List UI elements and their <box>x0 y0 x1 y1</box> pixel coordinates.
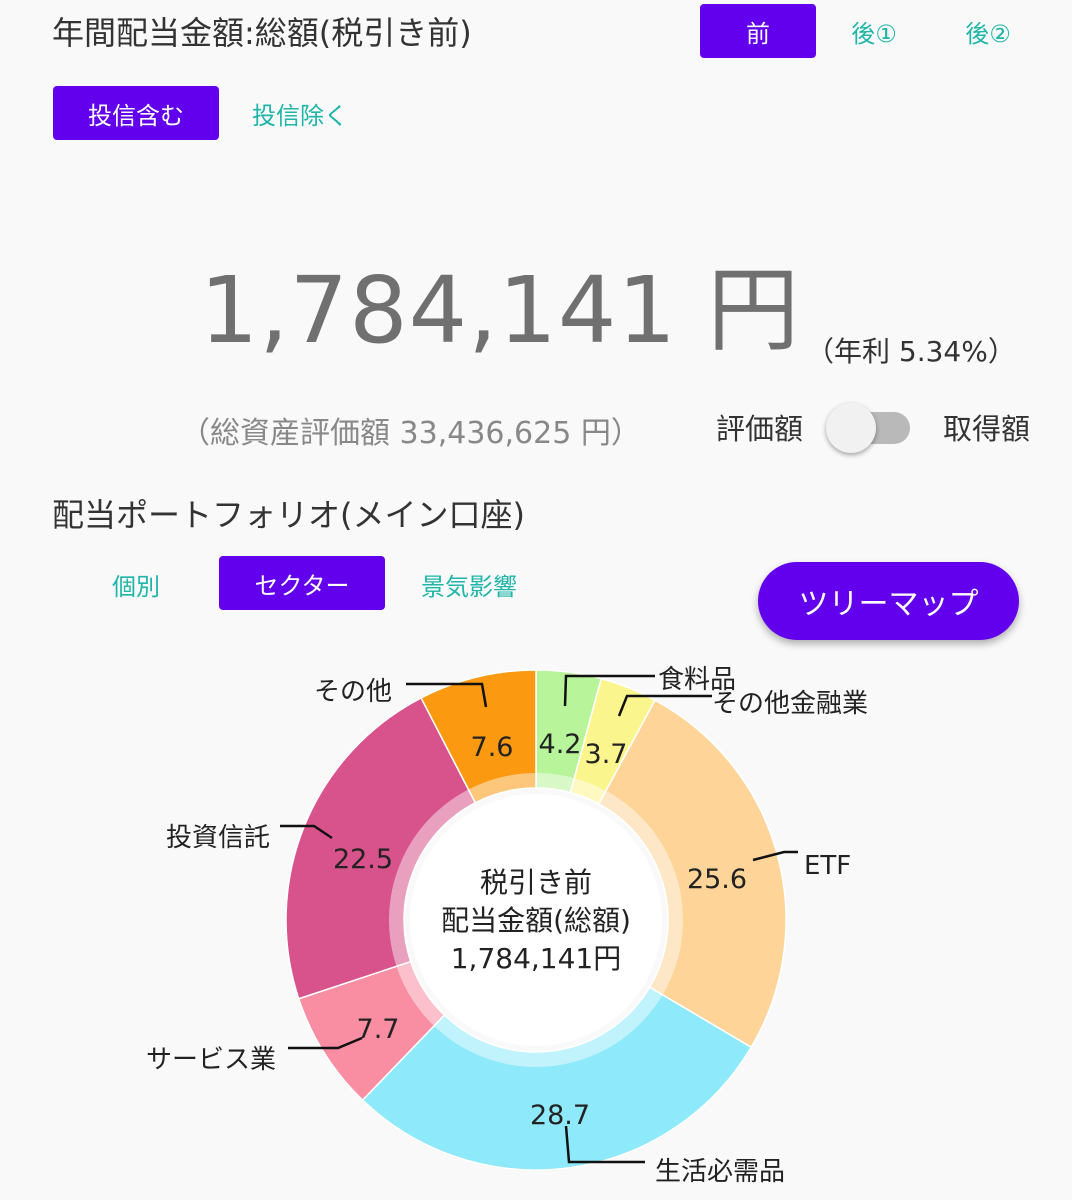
slice-category-label: ETF <box>804 851 851 881</box>
tab-after-tax-1[interactable]: 後① <box>826 4 922 58</box>
tab-sector[interactable]: セクター <box>219 556 385 610</box>
treemap-button[interactable]: ツリーマップ <box>758 562 1019 640</box>
slice-category-label: サービス業 <box>146 1045 276 1075</box>
slice-category-label: その他 <box>314 677 392 707</box>
toggle-label-valuation: 評価額 <box>716 412 804 446</box>
yield-rate: （年利 5.34%） <box>806 335 1016 368</box>
include-funds-button[interactable]: 投信含む <box>53 86 219 140</box>
exclude-funds-button[interactable]: 投信除く <box>235 86 365 140</box>
toggle-label-acquisition: 取得額 <box>943 412 1031 446</box>
slice-value-label: 4.2 <box>539 729 582 760</box>
slice-category-label: 生活必需品 <box>655 1157 785 1187</box>
slice-value-label: 28.7 <box>530 1100 590 1131</box>
total-assets-value: （総資産評価額 33,436,625 円） <box>180 416 641 451</box>
page-title: 年間配当金額:総額(税引き前) <box>52 14 472 52</box>
valuation-switch-thumb[interactable] <box>826 403 876 453</box>
tab-before-tax[interactable]: 前 <box>700 4 816 58</box>
slice-value-label: 7.6 <box>471 732 514 763</box>
slice-value-label: 22.5 <box>333 844 393 875</box>
tab-after-tax-2[interactable]: 後② <box>940 4 1036 58</box>
center-label-line-1: 税引き前 <box>480 866 592 899</box>
slice-value-label: 3.7 <box>585 739 628 770</box>
slice-category-label: その他金融業 <box>712 689 868 719</box>
tab-individual[interactable]: 個別 <box>88 558 184 610</box>
slice-category-label: 投資信託 <box>166 823 270 853</box>
center-label-line-3: 1,784,141円 <box>451 942 622 975</box>
tab-economic-impact[interactable]: 景気影響 <box>404 558 534 610</box>
slice-value-label: 25.6 <box>687 864 747 895</box>
slice-value-label: 7.7 <box>357 1014 400 1045</box>
portfolio-title: 配当ポートフォリオ(メイン口座) <box>52 496 525 534</box>
sector-donut-chart: 4.2食料品3.7その他金融業25.6 ETF28.7生活必需品7.7サービス業2… <box>146 665 868 1187</box>
center-label-line-2: 配当金額(総額) <box>441 904 631 937</box>
